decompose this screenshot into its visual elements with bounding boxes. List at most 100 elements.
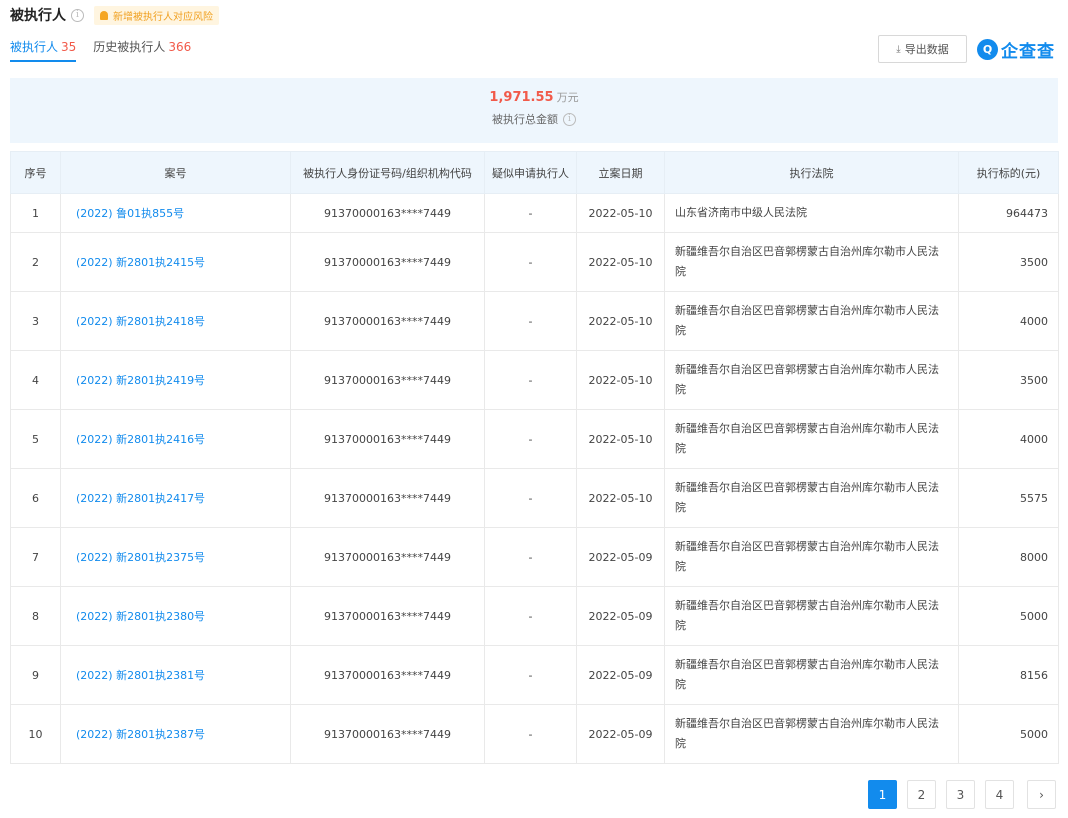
case-number-link[interactable]: (2022) 新2801执2417号 xyxy=(60,468,291,528)
amount-cell: 4000 xyxy=(958,291,1059,351)
column-header: 序号 xyxy=(10,151,61,194)
case-number-link[interactable]: (2022) 鲁01执855号 xyxy=(60,193,291,233)
case-number-link[interactable]: (2022) 新2801执2416号 xyxy=(60,409,291,469)
filing-date-cell: 2022-05-10 xyxy=(576,232,665,292)
export-label: 导出数据 xyxy=(904,43,949,56)
column-header: 被执行人身份证号码/组织机构代码 xyxy=(290,151,485,194)
applicant-cell: - xyxy=(484,193,577,233)
amount-cell: 8000 xyxy=(958,527,1059,587)
case-number-link[interactable]: (2022) 新2801执2419号 xyxy=(60,350,291,410)
court-cell: 山东省济南市中级人民法院 xyxy=(664,193,959,233)
tab-count: 35 xyxy=(61,40,77,54)
case-number-link[interactable]: (2022) 新2801执2381号 xyxy=(60,645,291,705)
page-button-1[interactable]: 1 xyxy=(868,780,897,809)
executed-person-table: 序号 案号 被执行人身份证号码/组织机构代码 疑似申请执行人 立案日期 执行法院… xyxy=(10,151,1059,764)
page-button-3[interactable]: 3 xyxy=(946,780,975,809)
court-cell: 新疆维吾尔自治区巴音郭楞蒙古自治州库尔勒市人民法院 xyxy=(664,350,959,410)
next-page-button[interactable]: › xyxy=(1027,780,1056,809)
case-number-link[interactable]: (2022) 新2801执2415号 xyxy=(60,232,291,292)
applicant-cell: - xyxy=(484,291,577,351)
section-header: 被执行人 i 新增被执行人对应风险 xyxy=(10,4,219,26)
section-title: 被执行人 xyxy=(10,8,66,24)
tab-bar: 被执行人 35 历史被执行人 366 xyxy=(10,38,208,62)
amount-cell: 4000 xyxy=(958,409,1059,469)
total-amount: 1,971.55 万元 xyxy=(10,89,1058,105)
risk-notice-badge[interactable]: 新增被执行人对应风险 xyxy=(94,5,219,25)
applicant-cell: - xyxy=(484,350,577,410)
total-amount-unit: 万元 xyxy=(556,91,579,104)
case-number-link[interactable]: (2022) 新2801执2380号 xyxy=(60,586,291,646)
court-cell: 新疆维吾尔自治区巴音郭楞蒙古自治州库尔勒市人民法院 xyxy=(664,527,959,587)
row-number-cell: 5 xyxy=(10,409,61,469)
row-number-cell: 2 xyxy=(10,232,61,292)
table-row: 5 (2022) 新2801执2416号 91370000163****7449-2… xyxy=(10,409,1059,469)
applicant-cell: - xyxy=(484,409,577,469)
case-number-link[interactable]: (2022) 新2801执2375号 xyxy=(60,527,291,587)
id-code-cell: 91370000163****7449 xyxy=(290,232,485,292)
export-data-button[interactable]: ⤓ 导出数据 xyxy=(878,35,967,63)
table-row: 4 (2022) 新2801执2419号 91370000163****7449-2… xyxy=(10,350,1059,410)
id-code-cell: 91370000163****7449 xyxy=(290,468,485,528)
tab-history-executed-person[interactable]: 历史被执行人 366 xyxy=(93,38,191,62)
table-row: 3 (2022) 新2801执2418号 91370000163****7449-2… xyxy=(10,291,1059,351)
filing-date-cell: 2022-05-10 xyxy=(576,468,665,528)
table-row: 10 (2022) 新2801执2387号 91370000163****7449-… xyxy=(10,704,1059,764)
row-number-cell: 1 xyxy=(10,193,61,233)
row-number-cell: 3 xyxy=(10,291,61,351)
info-icon[interactable]: i xyxy=(563,112,576,126)
amount-cell: 5000 xyxy=(958,586,1059,646)
page-button-2[interactable]: 2 xyxy=(907,780,936,809)
download-icon: ⤓ xyxy=(896,43,901,55)
row-number-cell: 10 xyxy=(10,704,61,764)
table-row: 7 (2022) 新2801执2375号 91370000163****7449-2… xyxy=(10,527,1059,587)
id-code-cell: 91370000163****7449 xyxy=(290,645,485,705)
bell-icon xyxy=(100,10,108,20)
filing-date-cell: 2022-05-09 xyxy=(576,586,665,646)
table-row: 2 (2022) 新2801执2415号 91370000163****7449-2… xyxy=(10,232,1059,292)
court-cell: 新疆维吾尔自治区巴音郭楞蒙古自治州库尔勒市人民法院 xyxy=(664,232,959,292)
amount-cell: 3500 xyxy=(958,350,1059,410)
table-header-row: 序号 案号 被执行人身份证号码/组织机构代码 疑似申请执行人 立案日期 执行法院… xyxy=(10,151,1059,194)
court-cell: 新疆维吾尔自治区巴音郭楞蒙古自治州库尔勒市人民法院 xyxy=(664,291,959,351)
id-code-cell: 91370000163****7449 xyxy=(290,409,485,469)
row-number-cell: 9 xyxy=(10,645,61,705)
row-number-cell: 6 xyxy=(10,468,61,528)
filing-date-cell: 2022-05-10 xyxy=(576,409,665,469)
chevron-right-icon: › xyxy=(1039,787,1044,802)
tab-label: 被执行人 xyxy=(10,40,59,54)
total-amount-label-row: 被执行总金额 i xyxy=(10,111,1058,127)
total-amount-value: 1,971.55 xyxy=(489,90,554,105)
tab-executed-person[interactable]: 被执行人 35 xyxy=(10,38,77,62)
applicant-cell: - xyxy=(484,586,577,646)
id-code-cell: 91370000163****7449 xyxy=(290,527,485,587)
court-cell: 新疆维吾尔自治区巴音郭楞蒙古自治州库尔勒市人民法院 xyxy=(664,645,959,705)
amount-cell: 964473 xyxy=(958,193,1059,233)
filing-date-cell: 2022-05-09 xyxy=(576,527,665,587)
id-code-cell: 91370000163****7449 xyxy=(290,350,485,410)
filing-date-cell: 2022-05-10 xyxy=(576,350,665,410)
court-cell: 新疆维吾尔自治区巴音郭楞蒙古自治州库尔勒市人民法院 xyxy=(664,704,959,764)
applicant-cell: - xyxy=(484,468,577,528)
page-button-4[interactable]: 4 xyxy=(985,780,1014,809)
table-row: 8 (2022) 新2801执2380号 91370000163****7449-2… xyxy=(10,586,1059,646)
column-header: 执行法院 xyxy=(664,151,959,194)
tab-count: 366 xyxy=(168,40,192,54)
id-code-cell: 91370000163****7449 xyxy=(290,704,485,764)
risk-notice-text: 新增被执行人对应风险 xyxy=(113,11,213,23)
table-row: 6 (2022) 新2801执2417号 91370000163****7449-2… xyxy=(10,468,1059,528)
court-cell: 新疆维吾尔自治区巴音郭楞蒙古自治州库尔勒市人民法院 xyxy=(664,586,959,646)
id-code-cell: 91370000163****7449 xyxy=(290,291,485,351)
qichacha-logo-icon: Q xyxy=(977,38,998,60)
column-header: 疑似申请执行人 xyxy=(484,151,577,194)
filing-date-cell: 2022-05-09 xyxy=(576,645,665,705)
amount-cell: 5000 xyxy=(958,704,1059,764)
filing-date-cell: 2022-05-09 xyxy=(576,704,665,764)
case-number-link[interactable]: (2022) 新2801执2418号 xyxy=(60,291,291,351)
total-amount-summary: 1,971.55 万元 被执行总金额 i xyxy=(10,78,1058,143)
info-icon[interactable]: i xyxy=(71,8,84,22)
logo-text: 企查查 xyxy=(1001,41,1055,62)
court-cell: 新疆维吾尔自治区巴音郭楞蒙古自治州库尔勒市人民法院 xyxy=(664,409,959,469)
column-header: 执行标的(元) xyxy=(958,151,1059,194)
case-number-link[interactable]: (2022) 新2801执2387号 xyxy=(60,704,291,764)
column-header: 案号 xyxy=(60,151,291,194)
